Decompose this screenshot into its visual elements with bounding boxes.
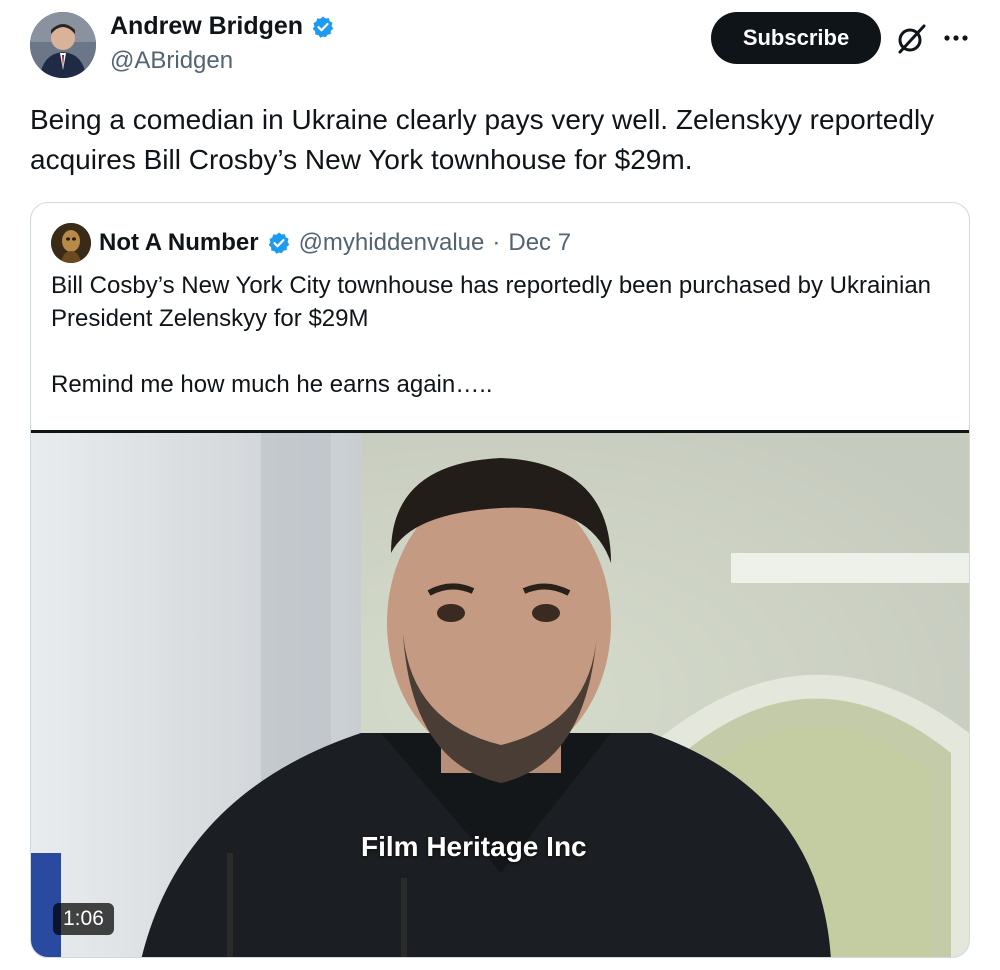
video-watermark: Film Heritage Inc [361, 831, 587, 862]
verified-badge-icon[interactable] [311, 15, 335, 39]
author-name-row: Andrew Bridgen [110, 12, 335, 41]
quoted-author-handle[interactable]: @myhiddenvalue [299, 229, 485, 257]
subscribe-button[interactable]: Subscribe [711, 12, 881, 64]
grok-icon[interactable] [894, 22, 928, 56]
quoted-author-name[interactable]: Not A Number [99, 229, 259, 257]
author-avatar[interactable] [30, 12, 96, 78]
quoted-tweet-date[interactable]: Dec 7 [508, 229, 571, 257]
author-handle[interactable]: @ABridgen [110, 47, 233, 75]
quoted-tweet-header: Not A Number @myhiddenvalue · Dec 7 [51, 223, 571, 263]
verified-badge-icon [267, 231, 291, 255]
author-name[interactable]: Andrew Bridgen [110, 12, 303, 41]
quoted-text-line: Bill Cosby’s New York City townhouse has… [51, 272, 932, 332]
tweet-text: Being a comedian in Ukraine clearly pays… [30, 104, 935, 175]
quoted-text-line: Remind me how much he earns again….. [51, 371, 493, 398]
separator-dot: · [492, 229, 501, 256]
quoted-author-avatar[interactable] [51, 223, 91, 263]
video-duration-badge: 1:06 [53, 903, 114, 935]
quoted-tweet-card[interactable]: Not A Number @myhiddenvalue · Dec 7 Bill… [30, 202, 970, 958]
more-options-icon[interactable] [938, 20, 974, 56]
quoted-tweet-text: Bill Cosby’s New York City townhouse has… [51, 269, 951, 401]
video-player[interactable]: Film Heritage Inc 1:06 [31, 430, 969, 957]
video-thumbnail [31, 433, 969, 957]
